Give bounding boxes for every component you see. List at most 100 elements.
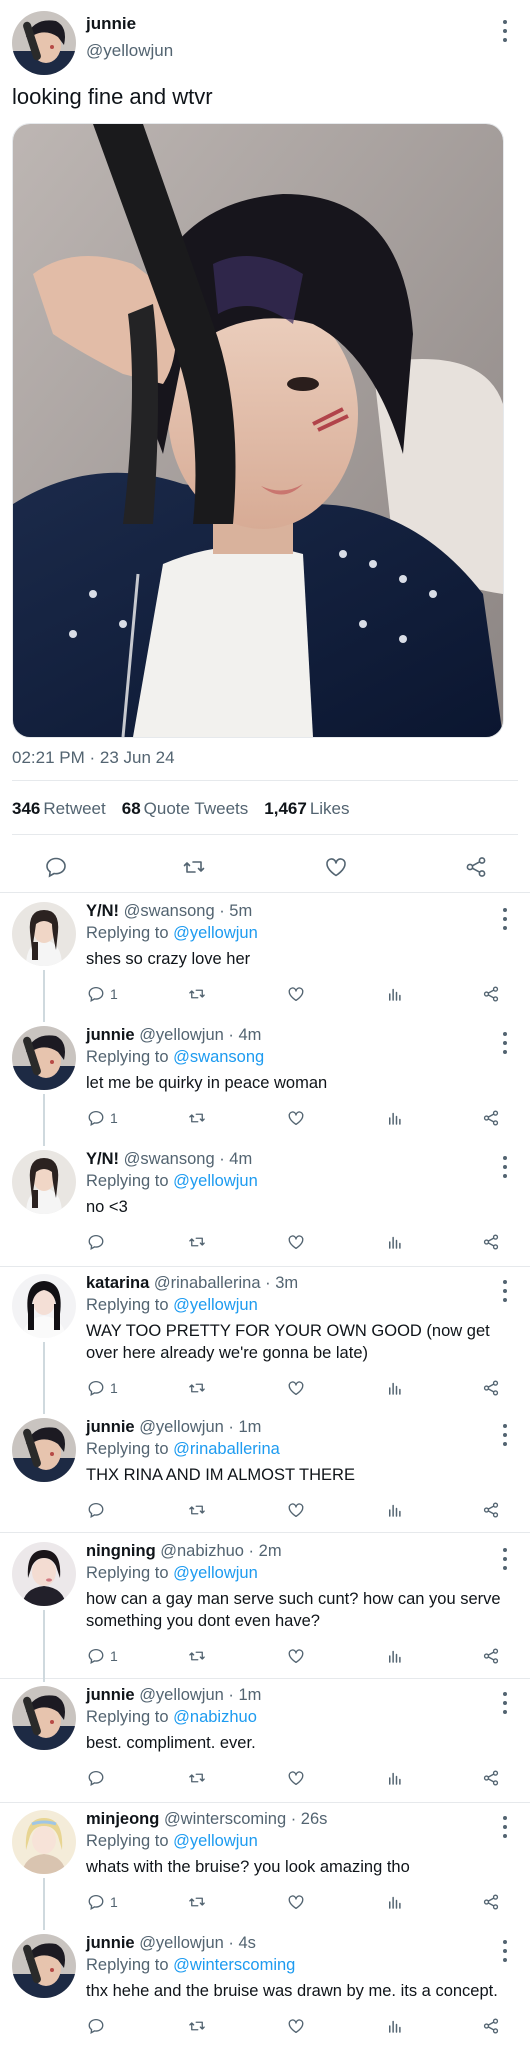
avatar[interactable] (12, 1542, 76, 1606)
reply-button[interactable]: 1 (86, 1106, 118, 1130)
share-button[interactable] (481, 1766, 501, 1790)
retweet-button[interactable] (186, 1890, 208, 1914)
reply-author-meta[interactable]: @yellowjun · 4m (139, 1026, 261, 1044)
like-button[interactable] (286, 1890, 306, 1914)
like-button[interactable] (320, 853, 352, 881)
share-button[interactable] (460, 853, 492, 881)
reply-author-name[interactable]: ningning (86, 1542, 156, 1560)
reply-author-meta[interactable]: @winterscoming · 26s (164, 1810, 327, 1828)
reply-author-name[interactable]: junnie (86, 1934, 135, 1952)
reply-tweet[interactable]: minjeong @winterscoming · 26s Replying t… (0, 1806, 530, 1930)
tweet-timestamp[interactable]: 02:21 PM · 23 Jun 24 (12, 748, 175, 768)
avatar[interactable] (12, 1418, 76, 1482)
views-button[interactable] (386, 1498, 404, 1522)
reply-tweet[interactable]: junnie @yellowjun · 1m Replying to @nabi… (0, 1682, 530, 1806)
reply-tweet[interactable]: junnie @yellowjun · 4m Replying to @swan… (0, 1022, 530, 1146)
views-button[interactable] (386, 1230, 404, 1254)
reply-author-name[interactable]: katarina (86, 1274, 149, 1292)
reply-author-name[interactable]: Y/N! (86, 1150, 119, 1168)
avatar[interactable] (12, 1810, 76, 1874)
views-button[interactable] (386, 1644, 404, 1668)
reply-author-meta[interactable]: @yellowjun · 1m (139, 1686, 261, 1704)
replying-to-mention[interactable]: @yellowjun (173, 1296, 258, 1314)
share-button[interactable] (481, 1376, 501, 1400)
avatar[interactable] (12, 1274, 76, 1338)
tweet-photo[interactable] (12, 123, 504, 738)
views-button[interactable] (386, 1106, 404, 1130)
replying-to-mention[interactable]: @rinaballerina (173, 1440, 280, 1458)
more-options-icon[interactable] (497, 1940, 513, 1962)
avatar[interactable] (12, 1150, 76, 1214)
more-options-icon[interactable] (497, 1424, 513, 1446)
share-button[interactable] (481, 1890, 501, 1914)
reply-tweet[interactable]: junnie @yellowjun · 1m Replying to @rina… (0, 1414, 530, 1538)
reply-author-meta[interactable]: @swansong · 4m (124, 1150, 253, 1168)
reply-button[interactable]: 1 (86, 982, 118, 1006)
reply-author-name[interactable]: junnie (86, 1686, 135, 1704)
like-button[interactable] (286, 1230, 306, 1254)
reply-tweet[interactable]: Y/N! @swansong · 5m Replying to @yellowj… (0, 898, 530, 1022)
share-button[interactable] (481, 982, 501, 1006)
retweet-button[interactable] (186, 1106, 208, 1130)
reply-button[interactable] (40, 853, 72, 881)
author-handle[interactable]: @yellowjun (86, 41, 173, 61)
share-button[interactable] (481, 1230, 501, 1254)
author-name[interactable]: junnie (86, 14, 136, 34)
reply-author-meta[interactable]: @yellowjun · 1m (139, 1418, 261, 1436)
retweet-button[interactable] (186, 2014, 208, 2038)
more-options-icon[interactable] (497, 1032, 513, 1054)
reply-tweet[interactable]: junnie @yellowjun · 4s Replying to @wint… (0, 1930, 530, 2048)
retweet-button[interactable] (186, 1230, 208, 1254)
more-options-icon[interactable] (497, 1548, 513, 1570)
more-options-icon[interactable] (497, 1692, 513, 1714)
reply-author-name[interactable]: minjeong (86, 1810, 159, 1828)
like-button[interactable] (286, 1644, 306, 1668)
reply-author-meta[interactable]: @nabizhuo · 2m (160, 1542, 281, 1560)
retweet-button[interactable] (186, 982, 208, 1006)
reply-author-meta[interactable]: @rinaballerina · 3m (154, 1274, 298, 1292)
replying-to-mention[interactable]: @yellowjun (173, 1832, 258, 1850)
like-button[interactable] (286, 1498, 306, 1522)
more-options-icon[interactable] (497, 1156, 513, 1178)
reply-tweet[interactable]: ningning @nabizhuo · 2m Replying to @yel… (0, 1538, 530, 1682)
replying-to-mention[interactable]: @yellowjun (173, 1564, 258, 1582)
reply-tweet[interactable]: Y/N! @swansong · 4m Replying to @yellowj… (0, 1146, 530, 1270)
more-options-icon[interactable] (497, 20, 513, 42)
like-button[interactable] (286, 982, 306, 1006)
views-button[interactable] (386, 1376, 404, 1400)
replying-to-mention[interactable]: @nabizhuo (173, 1708, 257, 1726)
views-button[interactable] (386, 982, 404, 1006)
share-button[interactable] (481, 1498, 501, 1522)
reply-button[interactable] (86, 1230, 110, 1254)
retweet-button[interactable] (186, 1498, 208, 1522)
like-button[interactable] (286, 1376, 306, 1400)
reply-button[interactable]: 1 (86, 1890, 118, 1914)
avatar[interactable] (12, 1026, 76, 1090)
retweet-stat[interactable]: 346 Retweet (12, 799, 106, 819)
reply-button[interactable]: 1 (86, 1376, 118, 1400)
views-button[interactable] (386, 2014, 404, 2038)
reply-button[interactable]: 1 (86, 1644, 118, 1668)
like-button[interactable] (286, 2014, 306, 2038)
reply-button[interactable] (86, 2014, 110, 2038)
reply-button[interactable] (86, 1498, 110, 1522)
reply-author-meta[interactable]: @swansong · 5m (124, 902, 253, 920)
like-button[interactable] (286, 1766, 306, 1790)
retweet-button[interactable] (186, 1644, 208, 1668)
reply-tweet[interactable]: katarina @rinaballerina · 3m Replying to… (0, 1270, 530, 1414)
views-button[interactable] (386, 1890, 404, 1914)
avatar[interactable] (12, 11, 76, 75)
avatar[interactable] (12, 1934, 76, 1998)
quote-stat[interactable]: 68 Quote Tweets (122, 799, 249, 819)
replying-to-mention[interactable]: @yellowjun (173, 1172, 258, 1190)
retweet-button[interactable] (178, 853, 210, 881)
replying-to-mention[interactable]: @yellowjun (173, 924, 258, 942)
more-options-icon[interactable] (497, 1816, 513, 1838)
reply-author-name[interactable]: junnie (86, 1418, 135, 1436)
like-stat[interactable]: 1,467 Likes (264, 799, 349, 819)
avatar[interactable] (12, 1686, 76, 1750)
reply-author-meta[interactable]: @yellowjun · 4s (139, 1934, 256, 1952)
retweet-button[interactable] (186, 1766, 208, 1790)
more-options-icon[interactable] (497, 908, 513, 930)
views-button[interactable] (386, 1766, 404, 1790)
